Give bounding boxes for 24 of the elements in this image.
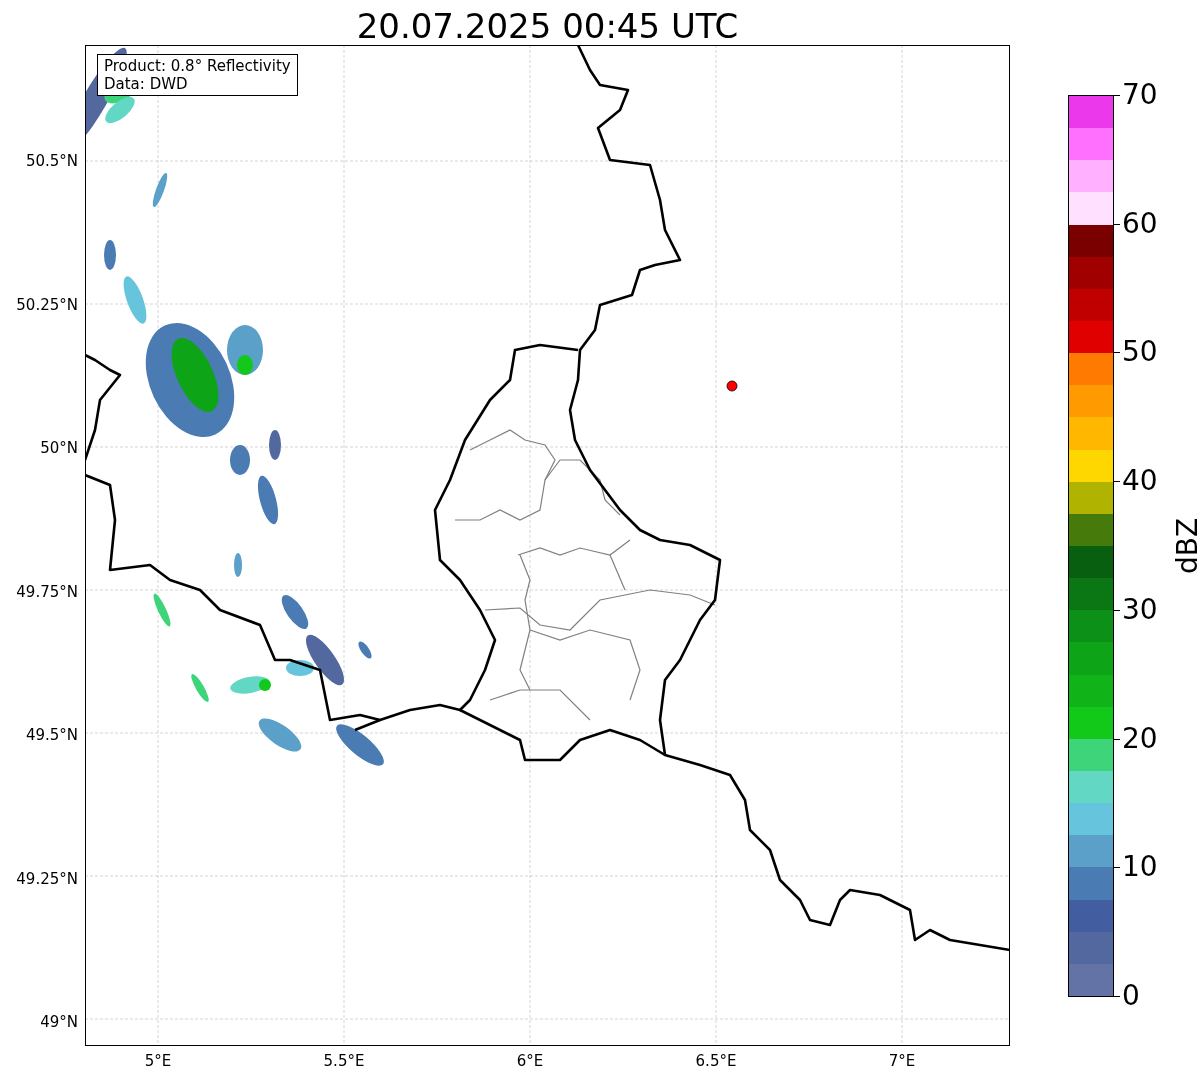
latitude-label: 50.5°N [25, 152, 78, 170]
colorbar-tick-label: 0 [1122, 980, 1140, 1012]
info-text: Product: 0.8° Reflectivity [104, 57, 291, 75]
info-text: Data: DWD [104, 75, 189, 93]
longitude-label: 7°E [887, 1052, 917, 1070]
colorbar-tick-label: 40 [1122, 465, 1158, 498]
latitude-label: 49.5°N [25, 726, 78, 744]
colorbar-tick-label: 60 [1122, 207, 1158, 240]
colorbar-tick-label: 20 [1122, 722, 1158, 755]
colorbar-tick-label: 10 [1122, 851, 1158, 884]
latitude-label: 50°N [40, 439, 78, 457]
colorbar-label: dBZ [1172, 517, 1202, 575]
longitude-label: 5°E [143, 1052, 173, 1070]
latitude-label: 49.75°N [16, 582, 78, 601]
latitude-label: 50.25°N [16, 295, 78, 314]
colorbar-tick-label: 30 [1122, 593, 1158, 626]
chart-title: 20.07.2025 00:45 UTC [355, 5, 740, 48]
longitude-label: 5.5°E [322, 1052, 366, 1070]
longitude-label: 6.5°E [694, 1052, 738, 1070]
longitude-label: 6°E [515, 1052, 545, 1070]
latitude-label: 49°N [40, 1013, 78, 1031]
colorbar-tick-label: 70 [1122, 79, 1158, 111]
latitude-label: 49.25°N [16, 869, 78, 888]
colorbar-tick-label: 50 [1122, 336, 1158, 369]
